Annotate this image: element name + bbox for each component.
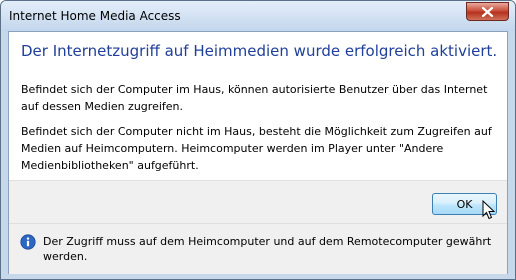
mouse-cursor-icon bbox=[482, 200, 496, 220]
footer-text: Der Zugriff muss auf dem Heimcomputer un… bbox=[43, 235, 492, 263]
footer-area: Der Zugriff muss auf dem Heimcomputer un… bbox=[9, 223, 507, 274]
content-paragraph-2: Befindet sich der Computer nicht im Haus… bbox=[21, 125, 492, 172]
content-paragraph-1: Befindet sich der Computer im Haus, könn… bbox=[21, 83, 488, 113]
close-button[interactable] bbox=[466, 2, 509, 21]
dialog-window: Internet Home Media Access Der Internetz… bbox=[0, 0, 516, 280]
title-bar[interactable]: Internet Home Media Access bbox=[1, 1, 515, 31]
close-icon bbox=[482, 7, 493, 17]
button-area: OK bbox=[9, 180, 507, 224]
dialog-content: Der Internetzugriff auf Heimmedien wurde… bbox=[8, 31, 508, 274]
window-title: Internet Home Media Access bbox=[9, 9, 181, 23]
info-icon bbox=[20, 234, 36, 250]
main-instruction: Der Internetzugriff auf Heimmedien wurde… bbox=[21, 42, 498, 60]
